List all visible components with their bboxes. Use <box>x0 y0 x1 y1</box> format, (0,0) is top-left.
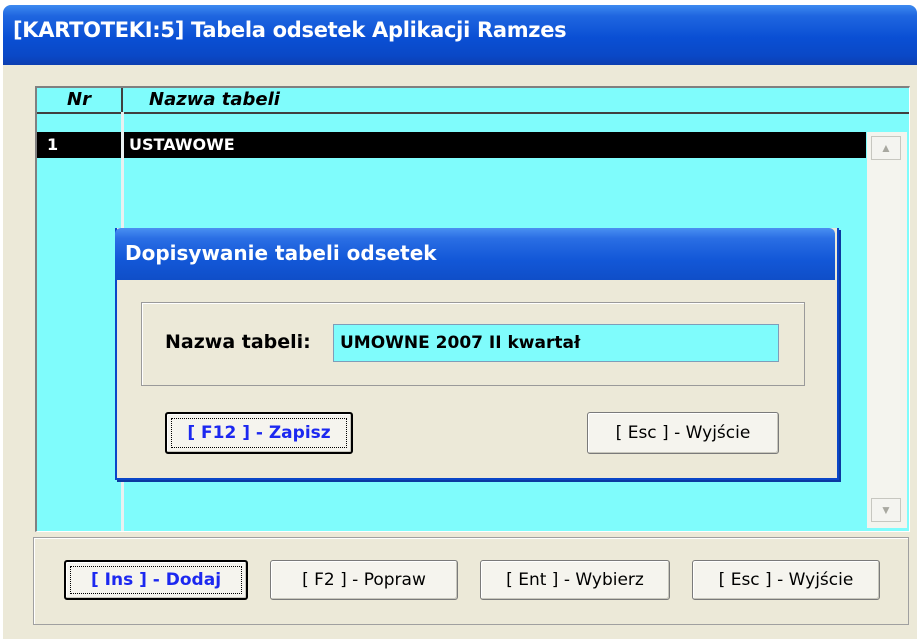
select-button[interactable]: [ Ent ] - Wybierz <box>480 560 670 600</box>
vertical-scrollbar[interactable]: ▲ ▼ <box>867 132 907 528</box>
edit-button[interactable]: [ F2 ] - Popraw <box>270 560 458 600</box>
row-nr-cell: 1 <box>47 135 59 154</box>
exit-button[interactable]: [ Esc ] - Wyjście <box>692 560 880 600</box>
table-name-label: Nazwa tabeli: <box>165 331 311 353</box>
table-row[interactable]: 1 USTAWOWE <box>37 132 866 158</box>
row-column-divider <box>121 132 124 158</box>
title-bar[interactable]: [KARTOTEKI:5] Tabela odsetek Aplikacji R… <box>3 5 917 65</box>
scroll-down-arrow-icon[interactable]: ▼ <box>871 498 901 522</box>
column-header-name[interactable]: Nazwa tabeli <box>149 88 280 112</box>
dialog-exit-button-label: [ Esc ] - Wyjście <box>615 423 751 443</box>
save-button[interactable]: [ F12 ] - Zapisz <box>165 412 353 454</box>
window-title: [KARTOTEKI:5] Tabela odsetek Aplikacji R… <box>13 18 567 42</box>
scroll-up-arrow-icon[interactable]: ▲ <box>871 136 901 160</box>
column-header-nr[interactable]: Nr <box>37 88 123 112</box>
exit-button-label: [ Esc ] - Wyjście <box>718 570 854 590</box>
grid-header: Nr Nazwa tabeli <box>37 88 909 114</box>
select-button-label: [ Ent ] - Wybierz <box>506 570 644 590</box>
edit-button-label: [ F2 ] - Popraw <box>302 570 426 590</box>
table-name-input[interactable]: UMOWNE 2007 II kwartał <box>333 324 779 362</box>
save-button-label: [ F12 ] - Zapisz <box>187 423 331 443</box>
add-button[interactable]: [ Ins ] - Dodaj <box>64 560 248 600</box>
add-interest-table-dialog: Dopisywanie tabeli odsetek Nazwa tabeli:… <box>115 228 839 480</box>
dialog-exit-button[interactable]: [ Esc ] - Wyjście <box>587 412 779 454</box>
dialog-title-bar[interactable]: Dopisywanie tabeli odsetek <box>115 228 835 280</box>
add-button-label: [ Ins ] - Dodaj <box>90 570 222 590</box>
dialog-title: Dopisywanie tabeli odsetek <box>125 241 437 265</box>
row-name-cell: USTAWOWE <box>129 135 235 154</box>
